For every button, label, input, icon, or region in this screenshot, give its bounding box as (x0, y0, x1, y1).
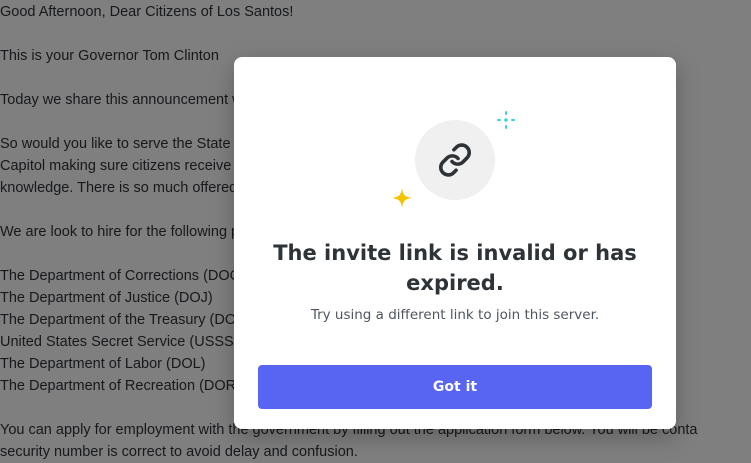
invalid-invite-modal: The invite link is invalid or has expire… (234, 57, 676, 429)
modal-subtitle: Try using a different link to join this … (310, 307, 600, 323)
link-icon-badge (415, 120, 495, 200)
sparkle-icon (392, 188, 412, 208)
modal-title: The invite link is invalid or has expire… (273, 241, 637, 295)
sparkle-icon (497, 111, 515, 129)
got-it-button[interactable]: Got it (258, 365, 652, 409)
link-icon (439, 143, 471, 177)
